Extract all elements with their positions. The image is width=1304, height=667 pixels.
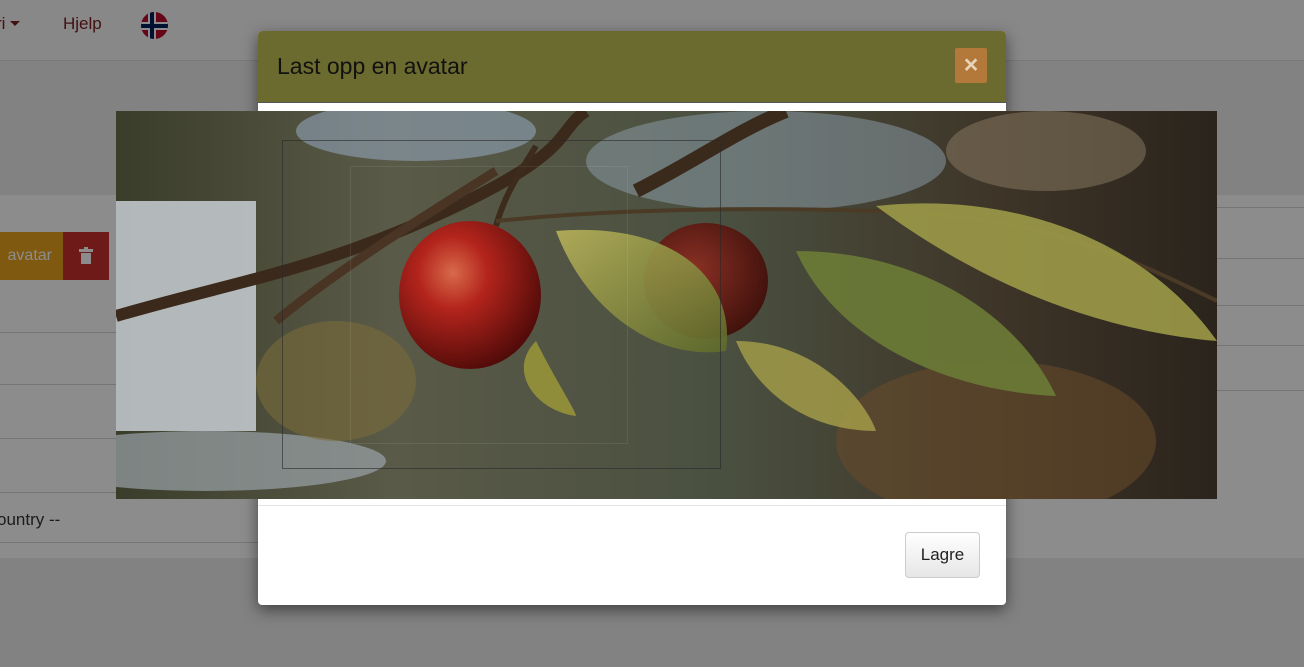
save-button[interactable]: Lagre <box>905 532 980 578</box>
close-icon[interactable]: × <box>955 48 987 83</box>
modal-title: Last opp en avatar <box>277 53 468 79</box>
crop-guide <box>350 166 628 444</box>
modal-header: Last opp en avatar × <box>258 31 1006 103</box>
image-cropper[interactable] <box>116 111 1217 499</box>
modal-footer-divider <box>258 505 1006 506</box>
